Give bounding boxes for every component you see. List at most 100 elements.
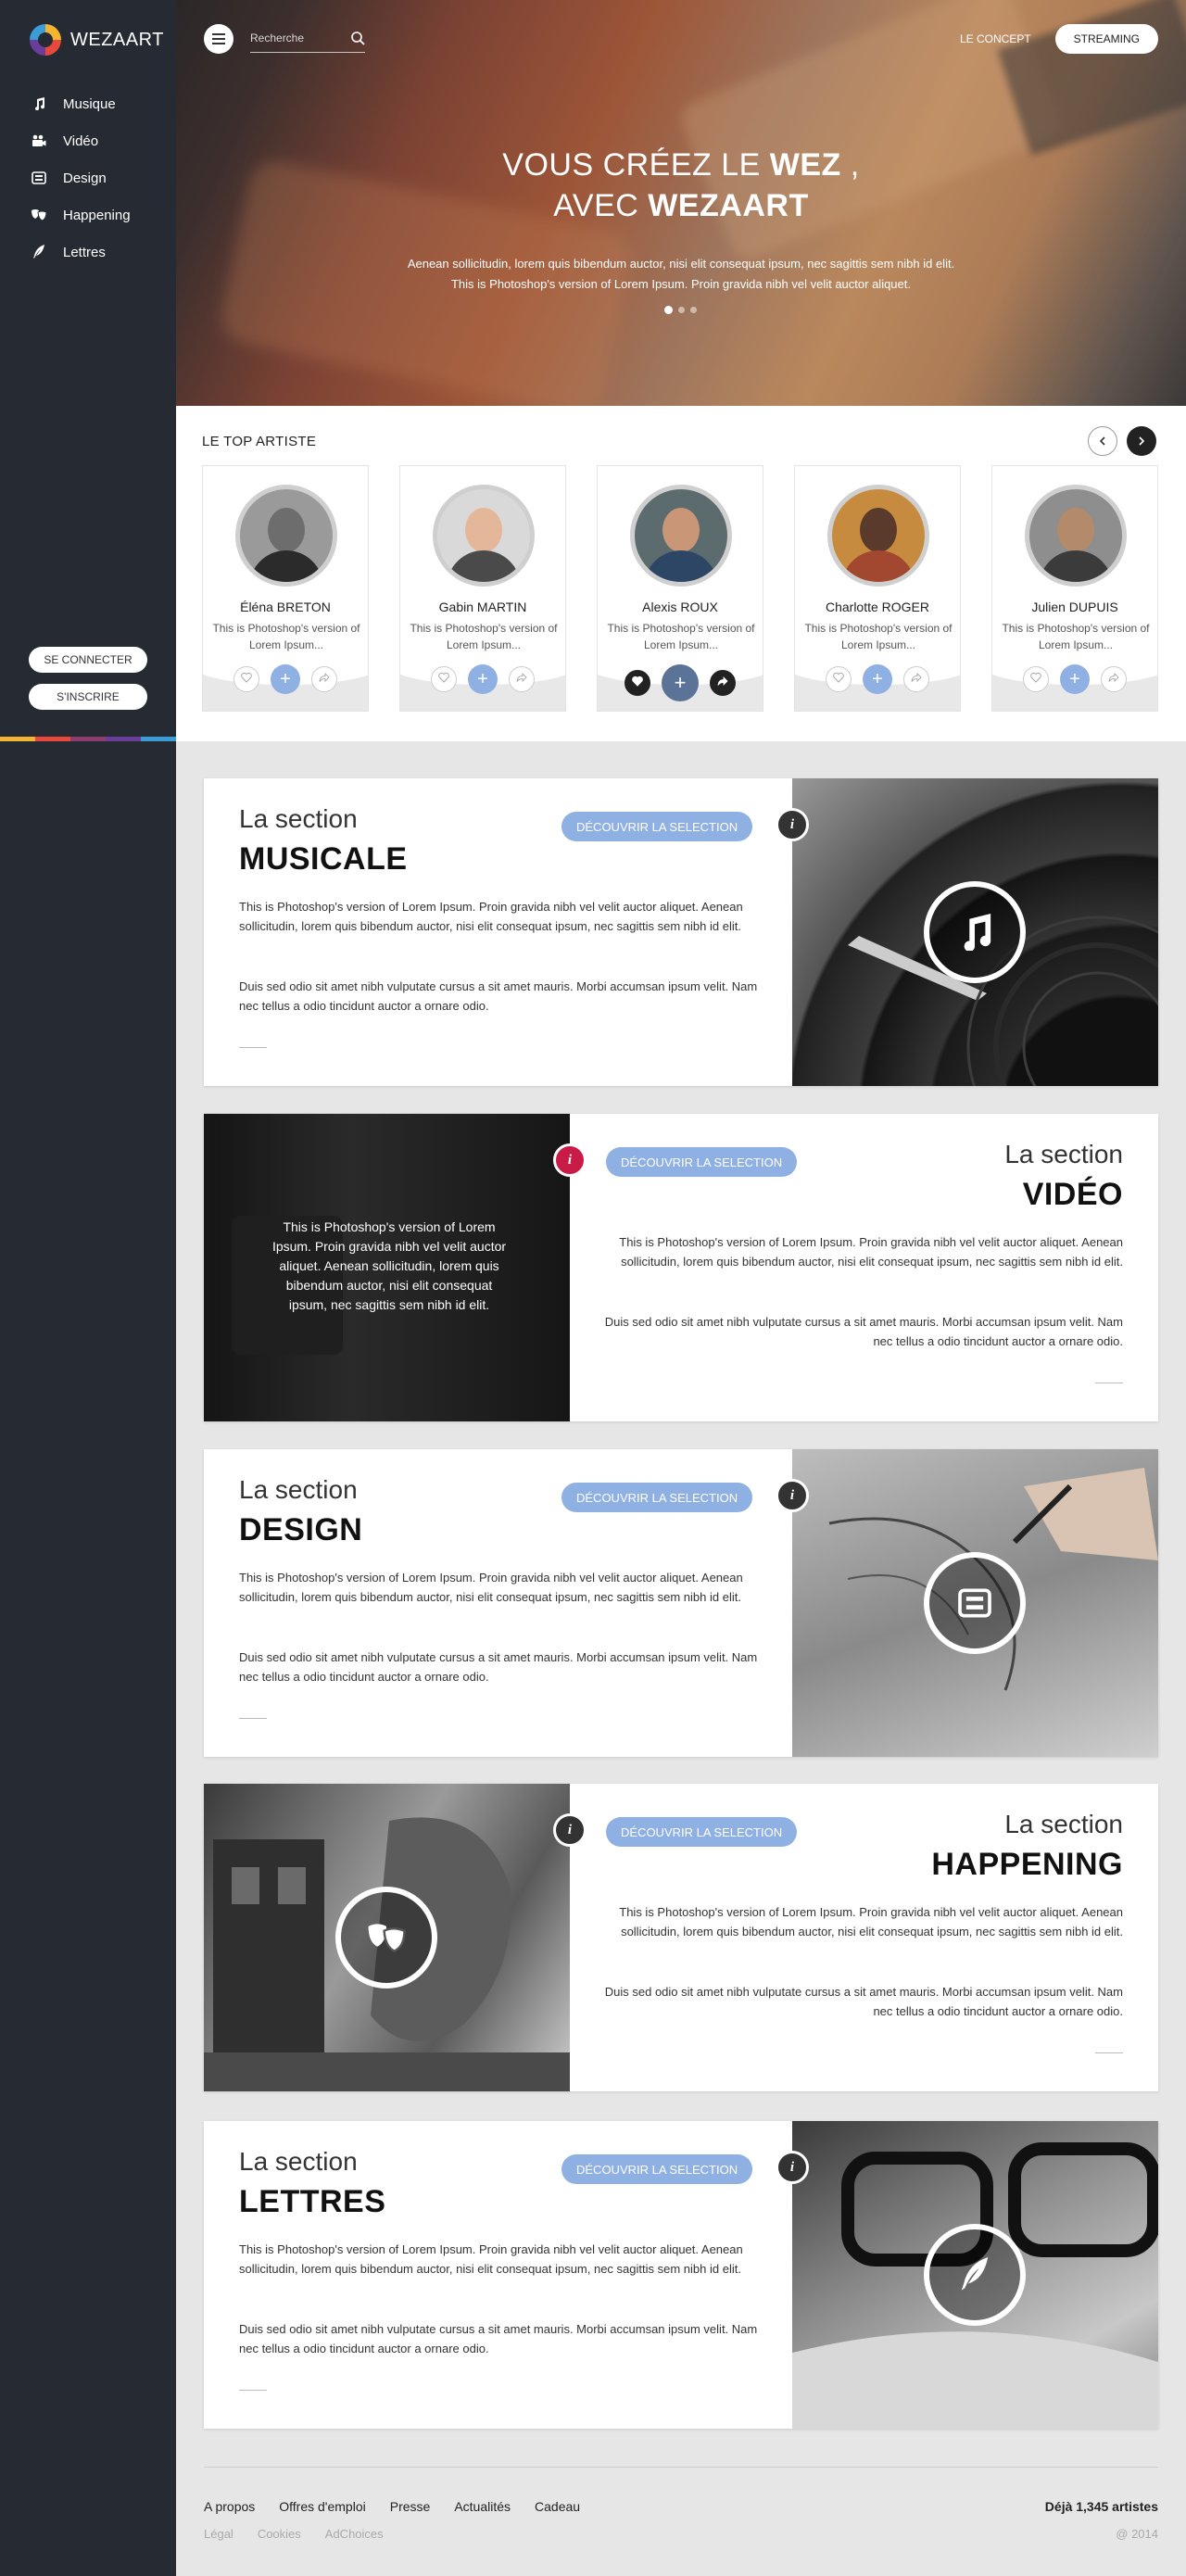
artist-card[interactable]: Alexis ROUX This is Photoshop's version o… bbox=[597, 465, 763, 712]
add-button[interactable]: + bbox=[468, 664, 498, 694]
card-actions: + bbox=[795, 664, 960, 694]
share-button[interactable] bbox=[1101, 666, 1127, 692]
sidebar-item-lettres[interactable]: Lettres bbox=[30, 234, 131, 271]
signup-button[interactable]: S'INSCRIRE bbox=[29, 684, 147, 710]
section-label: La section bbox=[239, 1475, 358, 1504]
footer-sub-link[interactable]: Légal bbox=[204, 2527, 233, 2541]
footer-link[interactable]: A propos bbox=[204, 2499, 255, 2514]
avatar[interactable] bbox=[827, 485, 929, 587]
section-image-turntable bbox=[792, 778, 1158, 1086]
heart-icon bbox=[632, 675, 643, 691]
search-box bbox=[250, 25, 365, 53]
share-button[interactable] bbox=[903, 666, 929, 692]
info-icon[interactable]: i bbox=[553, 1143, 587, 1177]
artist-description: This is Photoshop's version of Lorem Ips… bbox=[1002, 622, 1150, 651]
color-strip-segment bbox=[141, 737, 176, 741]
avatar[interactable] bbox=[1025, 485, 1127, 587]
discover-button[interactable]: DÉCOUVRIR LA SELECTION bbox=[606, 1147, 798, 1177]
share-button[interactable] bbox=[509, 666, 535, 692]
sidebar-nav: Musique Vidéo Design Happening Lettres bbox=[30, 85, 131, 271]
music-category-button[interactable] bbox=[924, 881, 1026, 983]
section-label: La section bbox=[239, 2147, 358, 2176]
like-button[interactable] bbox=[826, 666, 852, 692]
footer-link[interactable]: Cadeau bbox=[535, 2499, 580, 2514]
artist-description: This is Photoshop's version of Lorem Ips… bbox=[804, 622, 953, 651]
add-button[interactable]: + bbox=[662, 664, 699, 701]
card-actions: + bbox=[992, 664, 1157, 694]
discover-button[interactable]: DÉCOUVRIR LA SELECTION bbox=[561, 812, 753, 841]
slider-dot[interactable] bbox=[690, 307, 697, 313]
brand-name: WEZAART bbox=[70, 29, 164, 50]
main-content: LE CONCEPT STREAMING VOUS CRÉEZ LE WEZ ,… bbox=[176, 0, 1186, 2576]
section-title: MUSICALE bbox=[239, 841, 408, 877]
heart-icon bbox=[241, 671, 252, 688]
carousel-prev-button[interactable] bbox=[1088, 426, 1117, 456]
artist-card[interactable]: Éléna BRETON This is Photoshop's version … bbox=[202, 465, 369, 712]
card-actions: + bbox=[203, 664, 368, 694]
info-icon[interactable]: i bbox=[776, 1479, 809, 1512]
footer-sub-link[interactable]: Cookies bbox=[258, 2527, 301, 2541]
share-icon bbox=[516, 671, 527, 688]
discover-button[interactable]: DÉCOUVRIR LA SELECTION bbox=[561, 1483, 753, 1512]
artist-card[interactable]: Gabin MARTIN This is Photoshop's version … bbox=[399, 465, 566, 712]
discover-button[interactable]: DÉCOUVRIR LA SELECTION bbox=[606, 1817, 798, 1847]
footer-sub-link[interactable]: AdChoices bbox=[325, 2527, 384, 2541]
sidebar-item-happening[interactable]: Happening bbox=[30, 196, 131, 234]
slider-dot[interactable] bbox=[664, 306, 673, 314]
artist-card[interactable]: Charlotte ROGER This is Photoshop's versi… bbox=[794, 465, 961, 712]
like-button[interactable] bbox=[431, 666, 457, 692]
search-input[interactable] bbox=[250, 25, 365, 51]
carousel-next-button[interactable] bbox=[1127, 426, 1156, 456]
share-button[interactable] bbox=[710, 670, 736, 696]
info-icon[interactable]: i bbox=[776, 808, 809, 841]
search-icon[interactable] bbox=[350, 31, 365, 45]
like-button[interactable] bbox=[1023, 666, 1049, 692]
avatar[interactable] bbox=[235, 485, 337, 587]
share-icon bbox=[319, 671, 330, 688]
sidebar-item-video[interactable]: Vidéo bbox=[30, 122, 131, 159]
info-icon[interactable]: i bbox=[553, 1813, 587, 1847]
artist-card[interactable]: Julien DUPUIS This is Photoshop's version… bbox=[991, 465, 1158, 712]
like-button[interactable] bbox=[625, 670, 650, 696]
add-button[interactable]: + bbox=[271, 664, 300, 694]
footer: A propos Offres d'emploi Presse Actualités C… bbox=[204, 2467, 1158, 2541]
avatar-head bbox=[860, 508, 897, 552]
section-title: HAPPENING bbox=[931, 1847, 1123, 1882]
hero-text-line: This is Photoshop's version of Lorem Ips… bbox=[450, 277, 911, 291]
menu-button[interactable] bbox=[204, 24, 233, 54]
design-category-button[interactable] bbox=[924, 1552, 1026, 1654]
section-paragraph: This is Photoshop's version of Lorem Ips… bbox=[239, 1571, 743, 1604]
footer-link[interactable]: Offres d'emploi bbox=[279, 2499, 365, 2514]
add-button[interactable]: + bbox=[1060, 664, 1090, 694]
artist-name: Charlotte ROGER bbox=[825, 600, 930, 614]
concept-link[interactable]: LE CONCEPT bbox=[960, 32, 1031, 45]
hero-text-line: Aenean sollicitudin, lorem quis bibendum… bbox=[407, 257, 955, 271]
add-button[interactable]: + bbox=[863, 664, 892, 694]
connect-button[interactable]: SE CONNECTER bbox=[29, 647, 147, 673]
like-button[interactable] bbox=[233, 666, 259, 692]
streaming-button[interactable]: STREAMING bbox=[1054, 24, 1158, 54]
artist-count: Déjà 1,345 artistes bbox=[1044, 2499, 1158, 2514]
section-label: La section bbox=[1004, 1140, 1123, 1168]
logo[interactable]: WEZAART bbox=[30, 24, 164, 56]
sidebar-item-label: Musique bbox=[63, 95, 116, 112]
happening-category-button[interactable] bbox=[335, 1887, 437, 1989]
footer-link[interactable]: Presse bbox=[390, 2499, 431, 2514]
hero-title: VOUS CRÉEZ LE WEZ , AVEC WEZAART bbox=[176, 145, 1186, 226]
sidebar-item-musique[interactable]: Musique bbox=[30, 85, 131, 122]
avatar[interactable] bbox=[630, 485, 732, 587]
avatar[interactable] bbox=[433, 485, 535, 587]
plus-icon: + bbox=[1069, 668, 1080, 689]
info-icon[interactable]: i bbox=[776, 2151, 809, 2184]
slider-dot[interactable] bbox=[678, 307, 685, 313]
lettres-category-button[interactable] bbox=[924, 2224, 1026, 2326]
share-button[interactable] bbox=[311, 666, 337, 692]
artist-description: This is Photoshop's version of Lorem Ips… bbox=[212, 622, 360, 651]
section-title: DESIGN bbox=[239, 1512, 363, 1547]
design-icon bbox=[958, 1588, 991, 1618]
hero-title-text: , bbox=[840, 147, 860, 183]
discover-button[interactable]: DÉCOUVRIR LA SELECTION bbox=[561, 2154, 753, 2184]
footer-link[interactable]: Actualités bbox=[454, 2499, 511, 2514]
section-label: La section bbox=[1004, 1810, 1123, 1838]
sidebar-item-design[interactable]: Design bbox=[30, 159, 131, 196]
